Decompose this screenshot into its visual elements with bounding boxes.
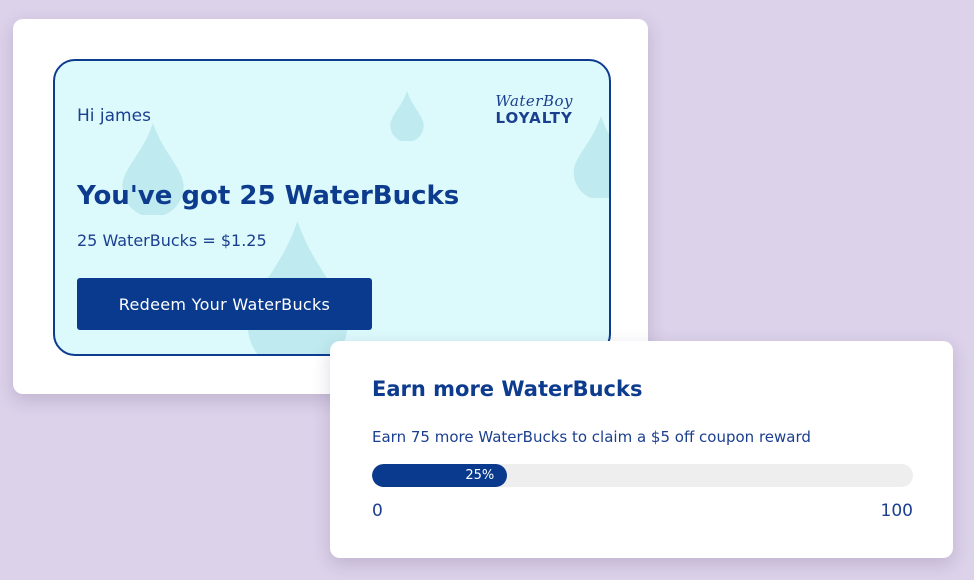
loyalty-card: Hi james WaterBoy LOYALTY You've got 25 … <box>13 19 648 394</box>
brand-word: LOYALTY <box>495 109 573 127</box>
waterboy-loyalty-logo: WaterBoy LOYALTY <box>495 93 573 127</box>
progress-bar: 25% <box>372 464 913 487</box>
conversion-rate: 25 WaterBucks = $1.25 <box>77 231 267 250</box>
earn-description: Earn 75 more WaterBucks to claim a $5 of… <box>372 428 811 446</box>
earn-card: Earn more WaterBucks Earn 75 more WaterB… <box>330 341 953 558</box>
redeem-button[interactable]: Redeem Your WaterBucks <box>77 278 372 330</box>
water-drop-icon <box>573 116 609 198</box>
progress-fill: 25% <box>372 464 508 487</box>
loyalty-panel: Hi james WaterBoy LOYALTY You've got 25 … <box>53 59 611 356</box>
progress-max: 100 <box>880 501 913 521</box>
progress-label: 25% <box>465 468 495 483</box>
waterbucks-headline: You've got 25 WaterBucks <box>77 181 460 211</box>
earn-title: Earn more WaterBucks <box>372 377 643 401</box>
brand-script: WaterBoy <box>495 92 573 110</box>
water-drop-icon <box>390 91 424 141</box>
progress-min: 0 <box>372 501 383 521</box>
greeting: Hi james <box>77 106 151 126</box>
